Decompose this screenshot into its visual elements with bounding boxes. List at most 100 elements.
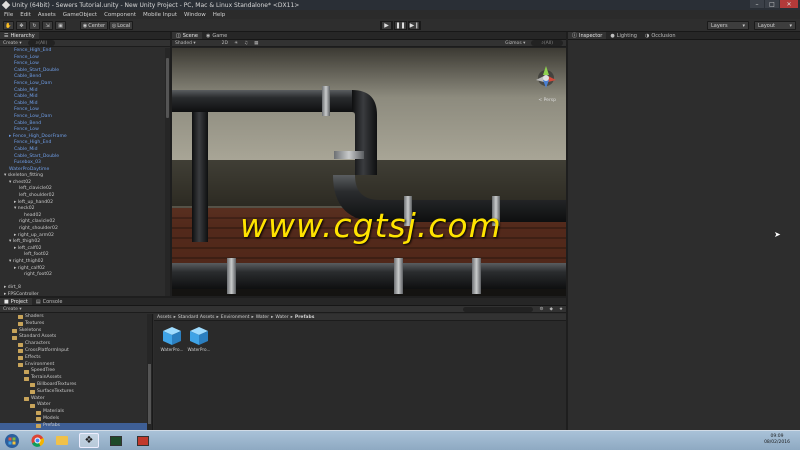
close-button[interactable]: ✕ — [780, 0, 798, 8]
folder-tree-item[interactable]: Shaders — [0, 314, 152, 321]
hierarchy-row[interactable]: right_shoulder02 — [0, 226, 170, 233]
menu-item-mobile-input[interactable]: Mobile Input — [143, 12, 177, 18]
rotate-tool-button[interactable]: ↻ — [29, 21, 40, 30]
layout-dropdown[interactable]: Layout ▾ — [754, 21, 796, 30]
menu-item-edit[interactable]: Edit — [20, 12, 31, 18]
hierarchy-row[interactable]: left_foot02 — [0, 252, 170, 259]
menu-item-assets[interactable]: Assets — [38, 12, 56, 18]
hierarchy-row[interactable]: left_shoulder02 — [0, 193, 170, 200]
breadcrumb-item[interactable]: Prefabs — [295, 315, 314, 320]
tab-occlusion[interactable]: ◑ Occlusion — [641, 32, 680, 39]
folder-tree-item[interactable]: SpeedTree — [0, 368, 152, 375]
mode-2d-button[interactable]: 2D — [222, 41, 228, 46]
tab-inspector[interactable]: ⓘ Inspector — [568, 32, 607, 39]
taskbar-explorer[interactable] — [52, 433, 72, 448]
tab-game[interactable]: ◉ Game — [202, 32, 231, 39]
folder-tree-item[interactable]: Textures — [0, 321, 152, 328]
breadcrumb-item[interactable]: Environment — [221, 315, 250, 320]
project-create-button[interactable]: Create ▾ — [3, 307, 22, 312]
menu-item-component[interactable]: Component — [104, 12, 136, 18]
filter-type-icon[interactable]: ⚙ — [539, 307, 543, 312]
shading-mode-dropdown[interactable]: Shaded ▾ — [175, 41, 196, 46]
hierarchy-row[interactable]: Fence_Low — [0, 127, 170, 134]
taskbar-app-4[interactable] — [106, 433, 126, 448]
layers-dropdown[interactable]: Layers ▾ — [707, 21, 749, 30]
menu-item-file[interactable]: File — [4, 12, 13, 18]
folder-tree-item[interactable]: CrossPlatformInput — [0, 348, 152, 355]
folder-tree-item[interactable]: Characters — [0, 341, 152, 348]
taskbar-clock[interactable]: 09:09 08/02/2016 — [764, 434, 790, 446]
scene-search-input[interactable]: ⌕(All) — [531, 40, 563, 46]
asset-item[interactable]: WaterPro... — [160, 326, 184, 352]
effects-toggle-icon[interactable]: ▦ — [254, 41, 258, 46]
hierarchy-row[interactable]: Cable_Mid — [0, 147, 170, 154]
favorite-icon[interactable]: ★ — [559, 307, 563, 312]
persp-label[interactable]: < Persp — [538, 98, 556, 103]
hierarchy-row[interactable] — [0, 279, 170, 286]
hierarchy-row[interactable]: ▸ FPSController — [0, 292, 170, 296]
taskbar-unity[interactable]: ❖ — [79, 433, 99, 448]
asset-item[interactable]: WaterPro... — [187, 326, 211, 352]
hierarchy-scrollbar[interactable] — [165, 48, 170, 296]
project-search-input[interactable] — [463, 306, 534, 312]
scene-viewport[interactable]: < Persp www.cgtsj.com — [172, 48, 566, 296]
hierarchy-row[interactable]: ▾ neck02 — [0, 206, 170, 213]
hierarchy-row[interactable]: ▾ skeleton_fitting — [0, 173, 170, 180]
hierarchy-row[interactable]: Fence_Low_Dam — [0, 114, 170, 121]
scrollbar-thumb[interactable] — [166, 58, 169, 118]
hierarchy-row[interactable]: Cable_Mid — [0, 94, 170, 101]
hierarchy-create-button[interactable]: Create ▾ — [3, 41, 22, 46]
folder-tree-item[interactable]: Models — [0, 416, 152, 423]
hierarchy-row[interactable]: Fence_Low_Dam — [0, 81, 170, 88]
menu-item-window[interactable]: Window — [184, 12, 206, 18]
tab-hierarchy[interactable]: ☰ Hierarchy — [0, 32, 39, 39]
rect-tool-button[interactable]: ▣ — [55, 21, 66, 30]
folder-tree-item[interactable]: TerrainAssets — [0, 375, 152, 382]
breadcrumb-item[interactable]: Water — [256, 315, 269, 320]
folder-tree-item[interactable]: Effects — [0, 355, 152, 362]
hierarchy-row[interactable]: Fence_Low — [0, 107, 170, 114]
move-tool-button[interactable]: ✥ — [16, 21, 27, 30]
scrollbar-thumb[interactable] — [148, 364, 151, 424]
pivot-center-button[interactable]: ◉ Center — [80, 21, 108, 30]
hierarchy-search-input[interactable]: ⌕(All) — [27, 40, 56, 46]
folder-tree-item[interactable]: Water — [0, 396, 152, 403]
step-button[interactable]: ▶❙ — [408, 21, 421, 30]
menu-item-help[interactable]: Help — [213, 12, 226, 18]
breadcrumb-item[interactable]: Assets — [157, 315, 172, 320]
maximize-button[interactable]: □ — [765, 0, 779, 8]
start-button[interactable] — [2, 433, 22, 448]
hierarchy-row[interactable]: Fusebox_03 — [0, 160, 170, 167]
folder-tree-item[interactable]: Environment — [0, 362, 152, 369]
lighting-toggle-icon[interactable]: ☀ — [234, 41, 238, 46]
hierarchy-row[interactable]: Fence_High_End — [0, 48, 170, 55]
folder-tree-item[interactable]: Water — [0, 402, 152, 409]
menu-item-gameobject[interactable]: GameObject — [63, 12, 97, 18]
tab-scene[interactable]: ◫ Scene — [172, 32, 202, 39]
hierarchy-row[interactable]: Fence_High_End — [0, 140, 170, 147]
folder-tree-item[interactable]: BillboardTextures — [0, 382, 152, 389]
play-button[interactable]: ▶ — [380, 21, 393, 30]
minimize-button[interactable]: – — [750, 0, 764, 8]
pause-button[interactable]: ❚❚ — [394, 21, 407, 30]
tab-project[interactable]: ■ Project — [0, 298, 32, 305]
local-space-button[interactable]: ◎ Local — [109, 21, 133, 30]
folder-tree-item[interactable]: Standard Assets — [0, 334, 152, 341]
folder-tree-scrollbar[interactable] — [147, 314, 152, 430]
taskbar-app-5[interactable] — [133, 433, 153, 448]
hand-tool-button[interactable]: ✋ — [3, 21, 14, 30]
hierarchy-row[interactable]: ▾ left_thigh02 — [0, 239, 170, 246]
hierarchy-row[interactable]: ▾ right_thigh02 — [0, 259, 170, 266]
scale-tool-button[interactable]: ⇲ — [42, 21, 53, 30]
folder-tree-item[interactable]: Materials — [0, 409, 152, 416]
audio-toggle-icon[interactable]: ♫ — [244, 41, 248, 46]
gizmos-dropdown[interactable]: Gizmos ▾ — [505, 41, 525, 46]
tab-lighting[interactable]: ● Lighting — [606, 32, 641, 39]
hierarchy-row[interactable]: ▸ dirt_8 — [0, 285, 170, 292]
filter-label-icon[interactable]: ◆ — [549, 307, 552, 312]
breadcrumb-item[interactable]: Standard Assets — [178, 315, 215, 320]
breadcrumb-item[interactable]: Water — [275, 315, 288, 320]
folder-tree-item[interactable]: SurfaceTextures — [0, 389, 152, 396]
hierarchy-row[interactable]: right_foot02 — [0, 272, 170, 279]
tab-console[interactable]: ▤ Console — [32, 298, 67, 305]
